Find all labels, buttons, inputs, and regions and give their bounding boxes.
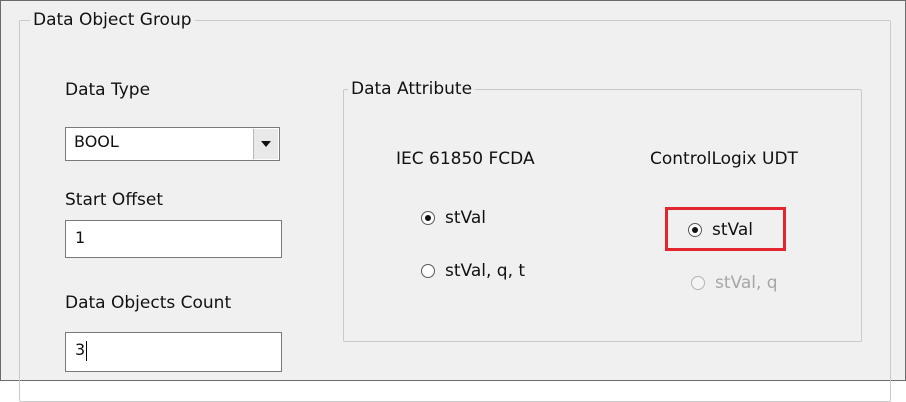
udt-option-stval-q-label: stVal, q	[715, 273, 778, 293]
data-objects-count-label: Data Objects Count	[65, 293, 232, 313]
fcda-heading: IEC 61850 FCDA	[396, 149, 535, 169]
data-type-label: Data Type	[65, 80, 151, 100]
data-type-select[interactable]: BOOL	[65, 127, 280, 161]
dropdown-button[interactable]	[253, 129, 278, 159]
radio-button-checked[interactable]	[421, 211, 435, 225]
radio-button[interactable]	[421, 264, 435, 278]
data-objects-count-value: 3	[75, 340, 86, 359]
highlight-box	[665, 207, 786, 251]
text-caret	[86, 341, 87, 361]
group-title: Data Object Group	[30, 7, 195, 33]
start-offset-label: Start Offset	[65, 190, 164, 210]
udt-option-stval-q: stVal, q	[691, 272, 778, 294]
data-objects-count-input[interactable]: 3	[65, 332, 282, 372]
udt-heading: ControlLogix UDT	[650, 149, 798, 169]
fcda-option-stval-q-t-label: stVal, q, t	[445, 261, 526, 281]
triangle-down-icon	[261, 141, 271, 147]
data-type-value: BOOL	[74, 132, 119, 151]
start-offset-value: 1	[75, 228, 86, 247]
fcda-option-stval-q-t[interactable]: stVal, q, t	[421, 260, 525, 282]
radio-button-disabled	[691, 276, 705, 290]
fcda-option-stval-label: stVal	[445, 208, 486, 228]
data-attribute-title: Data Attribute	[348, 76, 476, 102]
start-offset-input[interactable]: 1	[65, 220, 282, 258]
fcda-option-stval[interactable]: stVal	[421, 207, 486, 229]
dialog-window: Data Object Group Data Type BOOL Start O…	[0, 0, 906, 402]
